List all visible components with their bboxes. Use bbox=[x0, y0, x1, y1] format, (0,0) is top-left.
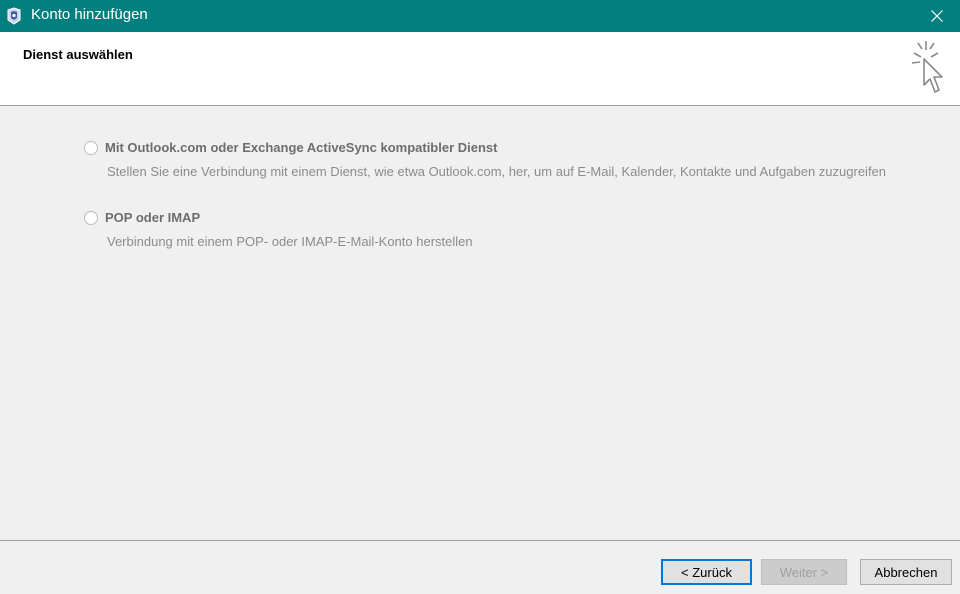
outlook-app-icon bbox=[4, 6, 24, 26]
radio-pop-imap[interactable] bbox=[84, 211, 98, 225]
wizard-header: Dienst auswählen bbox=[0, 32, 960, 106]
window-title: Konto hinzufügen bbox=[31, 6, 148, 23]
option-description: Verbindung mit einem POP- oder IMAP-E-Ma… bbox=[107, 234, 473, 249]
page-title: Dienst auswählen bbox=[23, 47, 133, 62]
close-icon bbox=[931, 10, 943, 22]
option-description: Stellen Sie eine Verbindung mit einem Di… bbox=[107, 164, 887, 179]
option-label[interactable]: Mit Outlook.com oder Exchange ActiveSync… bbox=[105, 140, 498, 155]
option-label[interactable]: POP oder IMAP bbox=[105, 210, 200, 225]
cancel-button[interactable]: Abbrechen bbox=[860, 559, 952, 585]
footer-divider bbox=[0, 540, 960, 541]
wizard-cursor-icon bbox=[910, 39, 950, 106]
radio-outlook-activesync[interactable] bbox=[84, 141, 98, 155]
back-button[interactable]: < Zurück bbox=[661, 559, 752, 585]
next-button[interactable]: Weiter > bbox=[761, 559, 847, 585]
close-button[interactable] bbox=[914, 0, 960, 32]
title-bar: Konto hinzufügen bbox=[0, 0, 960, 32]
